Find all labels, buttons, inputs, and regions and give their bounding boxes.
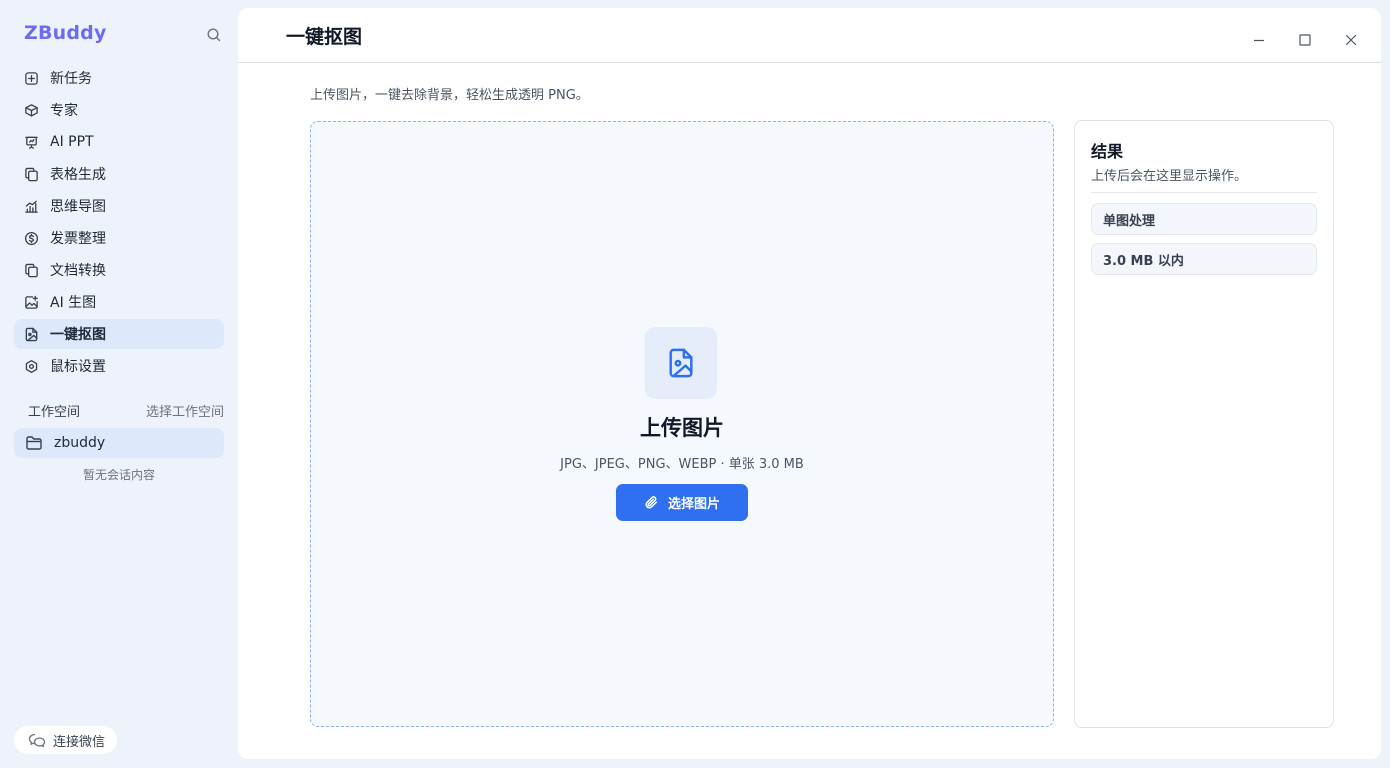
image-plus-icon (23, 294, 39, 310)
plus-square-icon (23, 70, 39, 86)
workspace-header: 工作空间 选择工作空间 (28, 401, 224, 420)
result-title: 结果 (1091, 142, 1124, 161)
sidebar-item-ai-image[interactable]: AI 生图 (14, 287, 224, 317)
select-image-button[interactable]: 选择图片 (616, 484, 748, 521)
sidebar-item-label: AI PPT (50, 134, 94, 150)
folder-icon (25, 435, 43, 451)
presentation-icon (23, 134, 39, 150)
workspace-item-label: zbuddy (54, 435, 106, 451)
sidebar-item-mouse-settings[interactable]: 鼠标设置 (14, 351, 224, 381)
sidebar-nav: 新任务 专家 AI PPT 表格生成 思维导图 发票整理 文档转换 AI 生图 … (14, 63, 224, 383)
sidebar-item-mindmap[interactable]: 思维导图 (14, 191, 224, 221)
result-tag-single: 单图处理 (1091, 203, 1317, 235)
close-icon[interactable] (1341, 30, 1361, 50)
page-title: 一键抠图 (286, 26, 363, 48)
sidebar-item-invoice[interactable]: 发票整理 (14, 223, 224, 253)
image-file-icon (645, 327, 717, 399)
box-icon (23, 102, 39, 118)
result-divider (1091, 192, 1317, 193)
sidebar-item-ai-ppt[interactable]: AI PPT (14, 127, 224, 157)
sidebar-item-cutout[interactable]: 一键抠图 (14, 319, 224, 349)
page-header: 一键抠图 (238, 8, 1381, 63)
upload-dropzone[interactable]: 上传图片 JPG、JPEG、PNG、WEBP · 单张 3.0 MB 选择图片 (310, 121, 1054, 727)
paperclip-icon (644, 495, 660, 511)
workspace-item-zbuddy[interactable]: zbuddy (14, 428, 224, 458)
connect-wechat-button[interactable]: 连接微信 (14, 726, 118, 754)
empty-sessions-text: 暂无会话内容 (82, 468, 155, 482)
upload-title: 上传图片 (640, 416, 724, 440)
dollar-circle-icon (23, 230, 39, 246)
hexagon-settings-icon (23, 358, 39, 374)
bar-chart-icon (23, 198, 39, 214)
sidebar-item-label: 新任务 (50, 71, 92, 87)
sidebar-item-label: 文档转换 (50, 263, 106, 279)
result-description: 上传后会在这里显示操作。 (1091, 169, 1248, 184)
sidebar-item-label: 一键抠图 (50, 327, 106, 343)
result-panel: 结果 上传后会在这里显示操作。 单图处理 3.0 MB 以内 (1074, 120, 1334, 728)
select-workspace-link[interactable]: 选择工作空间 (146, 401, 224, 420)
result-tag-size: 3.0 MB 以内 (1091, 243, 1317, 275)
sidebar-item-label: 表格生成 (50, 167, 106, 183)
copy-icon (23, 166, 39, 182)
sidebar-item-label: 思维导图 (50, 199, 106, 215)
maximize-icon[interactable] (1295, 30, 1315, 50)
main-panel: 一键抠图 上传图片，一键去除背景，轻松生成透明 PNG。 上传图片 JPG、JP… (238, 8, 1381, 759)
sidebar: ZBuddy 新任务 专家 AI PPT 表格生成 思维导图 发票整理 文档转换… (0, 0, 238, 768)
connect-wechat-label: 连接微信 (53, 734, 106, 750)
sidebar-item-experts[interactable]: 专家 (14, 95, 224, 125)
wechat-icon (28, 732, 46, 748)
sidebar-item-table-gen[interactable]: 表格生成 (14, 159, 224, 189)
sidebar-item-new-task[interactable]: 新任务 (14, 63, 224, 93)
sidebar-item-doc-convert[interactable]: 文档转换 (14, 255, 224, 285)
sidebar-item-label: 发票整理 (50, 231, 106, 247)
upload-format-hint: JPG、JPEG、PNG、WEBP · 单张 3.0 MB (560, 457, 804, 472)
sidebar-item-label: 专家 (50, 103, 78, 119)
search-icon[interactable] (206, 27, 222, 43)
select-image-label: 选择图片 (667, 497, 720, 512)
minimize-icon[interactable] (1249, 30, 1269, 50)
page-subtitle: 上传图片，一键去除背景，轻松生成透明 PNG。 (310, 88, 589, 103)
copy-icon (23, 262, 39, 278)
image-file-icon (23, 326, 39, 342)
app-brand: ZBuddy (24, 22, 107, 44)
sidebar-item-label: AI 生图 (50, 295, 97, 311)
workspace-label: 工作空间 (28, 405, 81, 420)
sidebar-item-label: 鼠标设置 (50, 359, 106, 375)
